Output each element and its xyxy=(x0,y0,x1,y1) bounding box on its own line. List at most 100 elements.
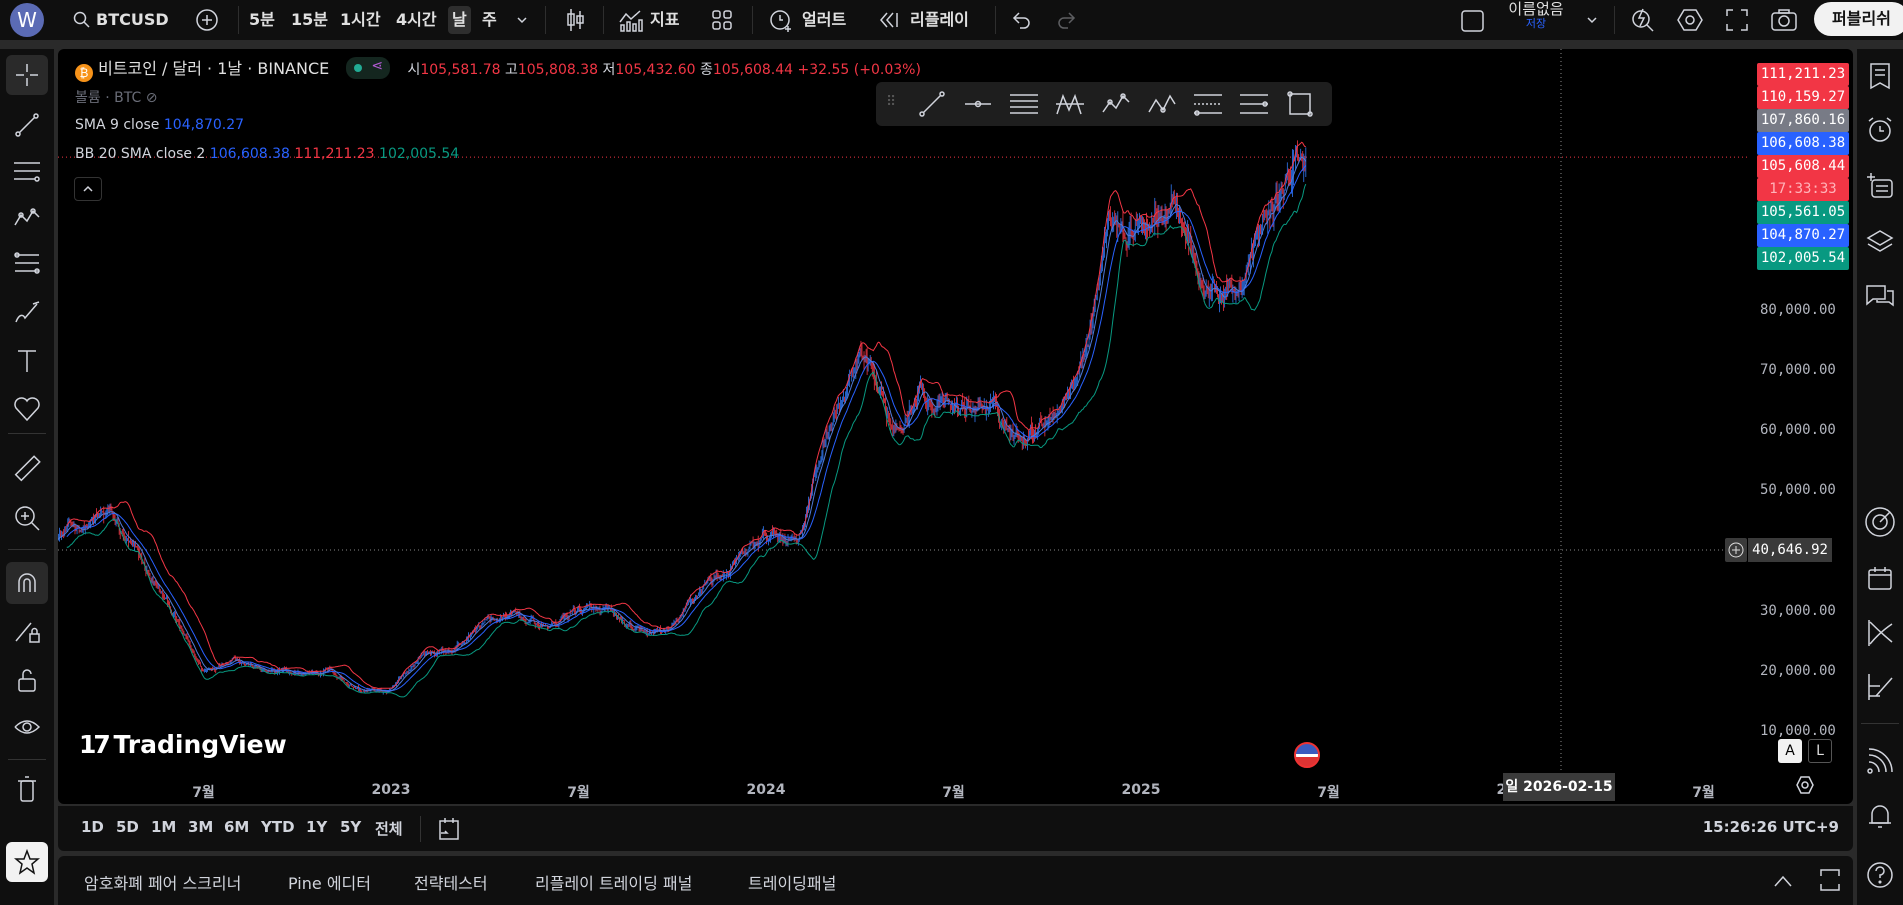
us-flag-event-icon[interactable] xyxy=(1294,742,1320,768)
alarm-clock-icon[interactable] xyxy=(768,7,794,33)
chart-pane[interactable]: ₿ 비트코인 / 달러 · 1날 · BINANCE ⋖ 시105,581.78… xyxy=(58,49,1853,804)
templates-grid-icon[interactable] xyxy=(710,8,734,32)
horizontal-ray-icon[interactable] xyxy=(958,90,998,118)
range-1m[interactable]: 1M xyxy=(151,818,176,836)
ruler-icon[interactable] xyxy=(12,455,42,483)
favorites-star-icon[interactable] xyxy=(6,842,48,882)
magnet-icon[interactable] xyxy=(6,562,48,604)
log-scale-button[interactable]: L xyxy=(1808,739,1832,763)
interval-1d[interactable]: 날 xyxy=(448,6,471,34)
sma-legend[interactable]: SMA 9 close 104,870.27 xyxy=(75,117,244,133)
maximize-panel-icon[interactable] xyxy=(1818,868,1842,892)
heart-icon[interactable] xyxy=(12,395,42,423)
publish-button[interactable]: 퍼블리쉬 xyxy=(1814,2,1903,36)
trend-line-tool-icon[interactable] xyxy=(912,90,952,118)
pattern-icon[interactable] xyxy=(12,202,42,230)
fib-extension-icon[interactable] xyxy=(1234,90,1274,118)
tab-strategy-tester[interactable]: 전략테스터 xyxy=(414,870,488,894)
go-to-date-icon[interactable] xyxy=(436,816,462,842)
range-5y[interactable]: 5Y xyxy=(340,818,361,836)
trash-icon[interactable] xyxy=(12,774,42,804)
replay-icon[interactable] xyxy=(878,10,900,30)
candles-icon[interactable] xyxy=(563,7,587,33)
trend-line-icon[interactable] xyxy=(12,111,42,139)
zoom-in-icon[interactable] xyxy=(12,504,42,532)
collapse-legend-icon[interactable] xyxy=(74,177,102,201)
price-plot[interactable] xyxy=(58,49,1853,804)
horizontal-lines-icon[interactable] xyxy=(12,157,42,185)
parallel-channel-icon[interactable] xyxy=(1004,90,1044,118)
layers-icon[interactable] xyxy=(1865,226,1895,256)
hidden-eye-icon[interactable]: ⊘ xyxy=(146,90,158,106)
auto-scale-button[interactable]: A xyxy=(1778,739,1802,763)
layout-square-icon[interactable] xyxy=(1460,8,1486,34)
tab-replay-trading-panel[interactable]: 리플레이 트레이딩 패널 xyxy=(535,870,692,894)
target-icon[interactable] xyxy=(1863,505,1897,539)
user-avatar[interactable]: W xyxy=(10,3,44,37)
elliott-wave-icon[interactable] xyxy=(1096,90,1136,118)
add-object-tree-icon[interactable] xyxy=(1865,170,1895,200)
fullscreen-icon[interactable] xyxy=(1724,8,1750,32)
range-1y[interactable]: 1Y xyxy=(306,818,327,836)
brush-icon[interactable] xyxy=(12,299,42,327)
drag-handle-icon[interactable]: ⠿ xyxy=(886,94,896,110)
help-icon[interactable] xyxy=(1863,857,1897,891)
tab-trading-panel[interactable]: 트레이딩패널 xyxy=(748,870,836,894)
symbol-title[interactable]: 비트코인 / 달러 · 1날 · BINANCE xyxy=(98,59,329,78)
chat-icon[interactable] xyxy=(1865,282,1895,312)
range-5d[interactable]: 5D xyxy=(116,818,139,836)
redo-icon[interactable] xyxy=(1056,10,1078,30)
alerts-clock-icon[interactable] xyxy=(1865,115,1895,145)
range-1d[interactable]: 1D xyxy=(81,818,104,836)
fib-retracement-icon[interactable] xyxy=(1188,90,1228,118)
layout-chevron-down-icon[interactable] xyxy=(1584,12,1600,28)
tab-crypto-screener[interactable]: 암호화폐 페어 스크리너 xyxy=(84,870,241,894)
clock-timezone[interactable]: 15:26:26 UTC+9 xyxy=(1703,818,1839,836)
indicators-icon[interactable] xyxy=(618,8,644,32)
tab-pine-editor[interactable]: Pine 에디터 xyxy=(288,870,371,894)
search-icon[interactable] xyxy=(72,10,92,30)
volume-legend[interactable]: 볼륨 · BTC ⊘ xyxy=(75,87,157,107)
text-icon[interactable] xyxy=(12,347,42,375)
undo-icon[interactable] xyxy=(1010,10,1032,30)
replay-button[interactable]: 리플레이 xyxy=(910,6,969,34)
indicator-chart-icon[interactable] xyxy=(1865,672,1895,702)
tradingview-logo[interactable]: 17 TradingView xyxy=(79,730,287,759)
abcd-pattern-icon[interactable] xyxy=(1142,90,1182,118)
add-symbol-icon[interactable] xyxy=(195,8,219,32)
rectangle-icon[interactable] xyxy=(1280,90,1320,118)
broadcast-icon[interactable] xyxy=(1865,746,1895,776)
range-3m[interactable]: 3M xyxy=(188,818,213,836)
interval-4h[interactable]: 4시간 xyxy=(396,6,437,34)
axis-settings-icon[interactable] xyxy=(1794,774,1816,796)
strategy-icon[interactable] xyxy=(1865,618,1895,648)
crosshair-icon[interactable] xyxy=(6,55,48,95)
fib-icon[interactable] xyxy=(12,249,42,277)
camera-icon[interactable] xyxy=(1770,7,1798,33)
indicators-button[interactable]: 지표 xyxy=(650,6,679,34)
pitchfork-icon[interactable] xyxy=(1050,90,1090,118)
layout-name[interactable]: 이름없음 저장 xyxy=(1505,0,1567,29)
quick-search-icon[interactable] xyxy=(1630,6,1656,34)
symbol-search[interactable]: BTCUSD xyxy=(96,6,169,34)
chevron-up-icon[interactable] xyxy=(1772,870,1794,892)
range-6m[interactable]: 6M xyxy=(224,818,249,836)
interval-1h[interactable]: 1시간 xyxy=(340,6,381,34)
interval-5m[interactable]: 5분 xyxy=(249,6,275,34)
bb-legend[interactable]: BB 20 SMA close 2 106,608.38 111,211.23 … xyxy=(75,146,459,162)
range-ytd[interactable]: YTD xyxy=(261,818,295,836)
calendar-icon[interactable] xyxy=(1865,563,1895,593)
unlock-icon[interactable] xyxy=(12,666,42,694)
interval-15m[interactable]: 15분 xyxy=(291,6,328,34)
interval-1w[interactable]: 주 xyxy=(482,6,497,34)
market-status[interactable]: ⋖ xyxy=(346,57,391,79)
settings-icon[interactable] xyxy=(1676,7,1704,33)
range-all[interactable]: 전체 xyxy=(375,818,403,839)
watchlist-icon[interactable] xyxy=(1865,61,1895,91)
chevron-down-icon[interactable] xyxy=(514,12,530,28)
add-alert-plus-icon[interactable] xyxy=(1725,538,1747,562)
notifications-bell-icon[interactable] xyxy=(1865,801,1895,831)
alert-button[interactable]: 얼러트 xyxy=(802,6,846,34)
lock-drawing-icon[interactable] xyxy=(12,617,42,645)
eye-icon[interactable] xyxy=(12,713,42,741)
